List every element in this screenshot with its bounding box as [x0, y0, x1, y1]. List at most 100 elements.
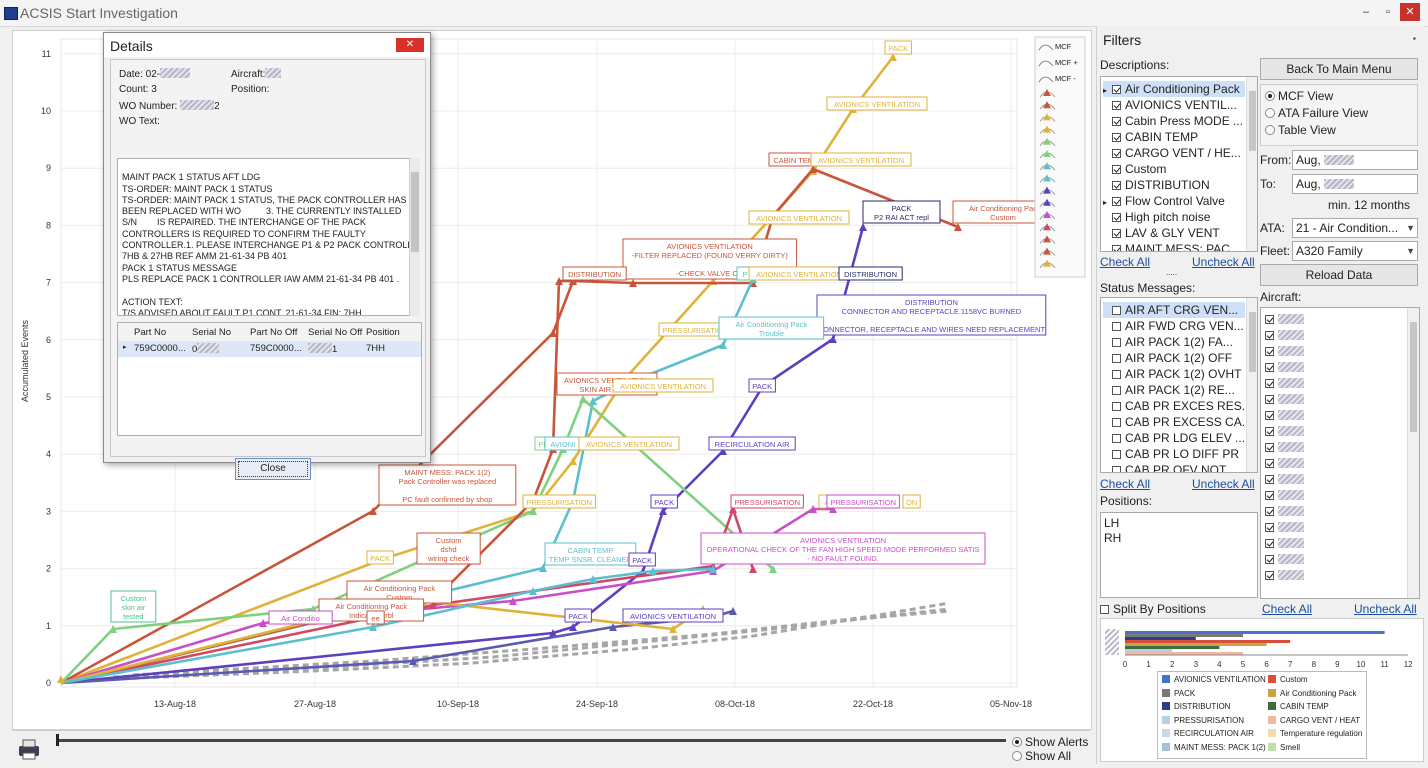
checkbox[interactable]	[1112, 370, 1121, 379]
checkbox[interactable]	[1112, 85, 1121, 94]
fleet-select[interactable]: A320 Family ▼	[1292, 241, 1418, 261]
descriptions-uncheck-all[interactable]: Uncheck All	[1192, 255, 1255, 269]
aircraft-item[interactable]	[1265, 503, 1304, 519]
aircraft-item[interactable]	[1265, 343, 1304, 359]
event-annotation[interactable]: AVIONICS VENTILATION	[578, 436, 680, 451]
event-annotation[interactable]: PACK	[366, 550, 394, 565]
print-icon[interactable]	[16, 737, 42, 761]
to-date-input[interactable]: Aug,	[1292, 174, 1418, 194]
checkbox[interactable]	[1112, 213, 1121, 222]
aircraft-item[interactable]	[1265, 567, 1304, 583]
descriptions-check-all[interactable]: Check All	[1100, 255, 1150, 269]
checkbox[interactable]	[1112, 434, 1121, 443]
show-all-option[interactable]: Show All	[1012, 749, 1071, 763]
aircraft-uncheck-all[interactable]: Uncheck All	[1354, 602, 1417, 616]
wo-text-box[interactable]: MAINT PACK 1 STATUS AFT LDG TS-ORDER: MA…	[117, 158, 411, 316]
checkbox[interactable]	[1112, 322, 1121, 331]
minimize-button[interactable]: –	[1356, 3, 1376, 21]
table-row[interactable]: ▸ 759C0000... 0 759C0000... 1 7HH	[118, 341, 421, 357]
split-checkbox[interactable]	[1100, 605, 1109, 614]
description-item[interactable]: CABIN TEMP	[1103, 129, 1245, 145]
aircraft-scrollbar[interactable]	[1407, 308, 1419, 598]
legend-entry[interactable]: MCF	[1055, 42, 1072, 51]
details-close-icon[interactable]: ✕	[396, 38, 424, 52]
event-annotation[interactable]: Air Conditio	[268, 610, 333, 625]
timeline-slider[interactable]	[56, 734, 1006, 746]
back-to-main-menu-button[interactable]: Back To Main Menu	[1260, 58, 1418, 80]
radio-show-all[interactable]	[1012, 751, 1022, 761]
checkbox[interactable]	[1112, 306, 1121, 315]
status-message-item[interactable]: CAB PR EXCES RES...	[1103, 398, 1252, 414]
event-annotation[interactable]: AVIONICS VENTILATION	[622, 608, 724, 623]
legend-entry[interactable]: MCF -	[1055, 74, 1076, 83]
aircraft-item[interactable]	[1265, 519, 1304, 535]
checkbox[interactable]	[1112, 450, 1121, 459]
status-message-item[interactable]: CAB PR LO DIFF PR	[1103, 446, 1245, 462]
event-annotation[interactable]: PACKP2 RAI ACT repl	[862, 200, 941, 224]
event-annotation[interactable]: PACK	[650, 494, 678, 509]
checkbox[interactable]	[1112, 466, 1121, 472]
event-annotation[interactable]: PACK	[748, 378, 776, 393]
aircraft-check-all[interactable]: Check All	[1262, 602, 1312, 616]
event-annotation[interactable]: AVIONICS VENTILATION	[748, 266, 850, 281]
checkbox[interactable]	[1112, 101, 1121, 110]
event-annotation[interactable]: DISTRIBUTIONCONNECTOR AND RECEPTACLE 115…	[816, 294, 1047, 336]
aircraft-item[interactable]	[1265, 455, 1304, 471]
close-window-button[interactable]: ✕	[1400, 3, 1420, 21]
event-annotation[interactable]: Customdshdwiring check	[416, 532, 481, 565]
mcf-view-option[interactable]: MCF View	[1265, 89, 1333, 103]
description-item[interactable]: ▸ Air Conditioning Pack	[1103, 81, 1245, 97]
status-message-item[interactable]: CAB PR LDG ELEV ...	[1103, 430, 1245, 446]
event-annotation[interactable]: PACK	[628, 552, 656, 567]
restore-button[interactable]: ▫	[1378, 3, 1398, 21]
checkbox[interactable]	[1112, 229, 1121, 238]
event-annotation[interactable]: AVIONICS VENTILATION	[748, 210, 850, 225]
wo-text-scrollbar[interactable]	[409, 158, 420, 316]
checkbox[interactable]	[1112, 181, 1121, 190]
slider-thumb[interactable]	[56, 734, 59, 746]
event-annotation[interactable]: DISTRIBUTION	[838, 266, 903, 281]
aircraft-item[interactable]	[1265, 375, 1304, 391]
event-annotation[interactable]: CABIN TEMPTEMP SNSR. CLEANED	[544, 542, 637, 566]
event-annotation[interactable]: Air Conditioning PackTrouble	[718, 316, 825, 340]
position-lh[interactable]: LH	[1104, 515, 1119, 531]
reload-data-button[interactable]: Reload Data	[1260, 264, 1418, 286]
description-item[interactable]: High pitch noise	[1103, 209, 1245, 225]
status-message-item[interactable]: AIR PACK 1(2) OFF	[1103, 350, 1245, 366]
status-message-item[interactable]: AIR PACK 1(2) FA...	[1103, 334, 1245, 350]
status-uncheck-all[interactable]: Uncheck All	[1192, 477, 1255, 491]
description-item[interactable]: CARGO VENT / HE...	[1103, 145, 1245, 161]
checkbox[interactable]	[1112, 354, 1121, 363]
aircraft-item[interactable]	[1265, 551, 1304, 567]
event-annotation[interactable]: PRESSURISATION	[730, 494, 804, 509]
checkbox[interactable]	[1112, 402, 1121, 411]
checkbox[interactable]	[1112, 338, 1121, 347]
description-item[interactable]: LAV & GLY VENT	[1103, 225, 1245, 241]
aircraft-item[interactable]	[1265, 535, 1304, 551]
pin-icon[interactable]: ▪	[1413, 34, 1416, 43]
description-item[interactable]: Cabin Press MODE ...	[1103, 113, 1245, 129]
split-by-positions[interactable]: Split By Positions	[1100, 602, 1206, 616]
aircraft-item[interactable]	[1265, 311, 1304, 327]
aircraft-item[interactable]	[1265, 471, 1304, 487]
event-annotation[interactable]: PRESSURISATION	[826, 494, 900, 509]
event-annotation[interactable]: ON	[902, 494, 921, 509]
description-item[interactable]: AVIONICS VENTIL...	[1103, 97, 1245, 113]
event-annotation[interactable]: PRESSURISATION	[522, 494, 596, 509]
aircraft-item[interactable]	[1265, 327, 1304, 343]
checkbox[interactable]	[1112, 245, 1121, 251]
event-annotation[interactable]: Customskin airtested	[110, 590, 157, 623]
status-message-item[interactable]: AIR PACK 1(2) OVHT	[1103, 366, 1245, 382]
radio-show-alerts[interactable]	[1012, 737, 1022, 747]
list-scrollbar[interactable]	[1246, 298, 1257, 472]
details-close-button[interactable]: Close	[235, 458, 311, 480]
aircraft-item[interactable]	[1265, 391, 1304, 407]
checkbox[interactable]	[1112, 149, 1121, 158]
description-item[interactable]: MAINT MESS: PAC...	[1103, 241, 1245, 251]
status-message-item[interactable]: CAB PR EXCESS CA...	[1103, 414, 1252, 430]
show-alerts-option[interactable]: Show Alerts	[1012, 735, 1088, 749]
aircraft-item[interactable]	[1265, 359, 1304, 375]
table-view-option[interactable]: Table View	[1265, 123, 1336, 137]
event-annotation[interactable]: AVIONICS VENTILATIONOPERATIONAL CHECK OF…	[700, 532, 986, 565]
from-date-input[interactable]: Aug,	[1292, 150, 1418, 170]
